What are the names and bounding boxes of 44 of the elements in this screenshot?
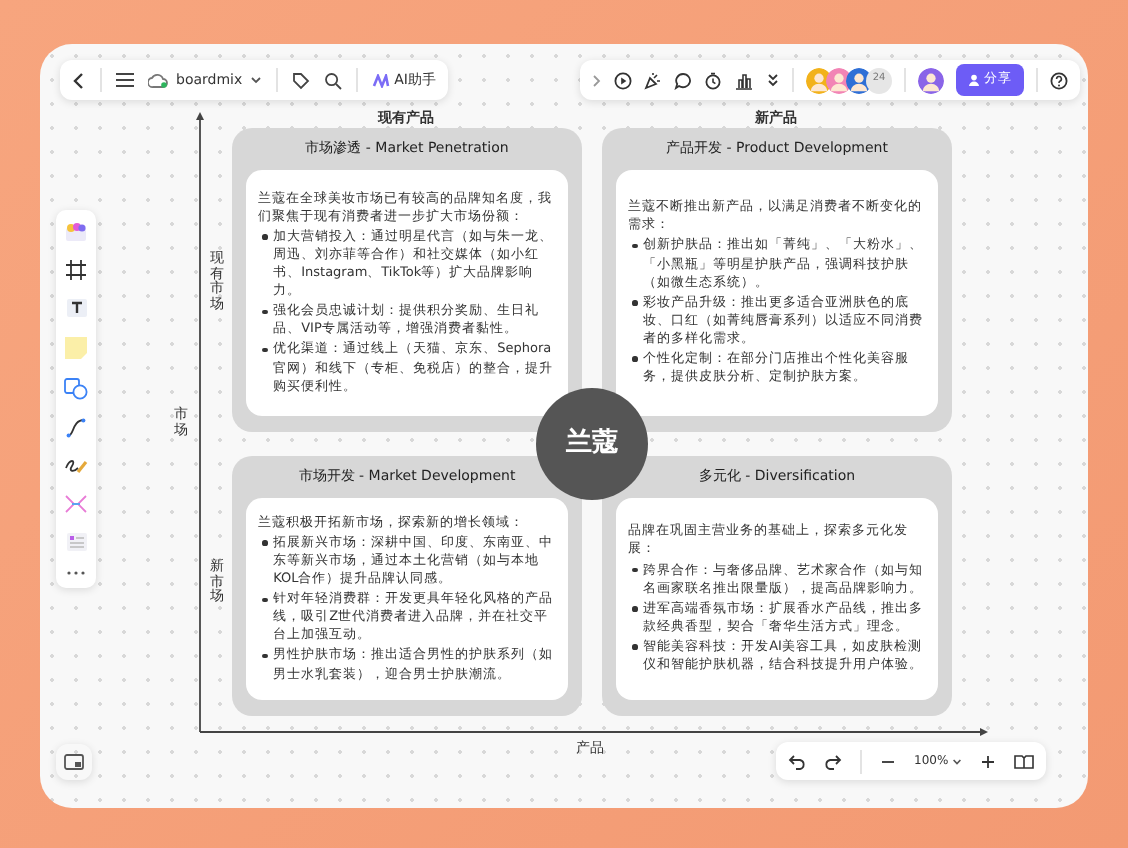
user-avatar[interactable] [918,67,944,93]
more-tools-button[interactable] [766,72,780,88]
tag-button[interactable] [292,71,311,89]
bullet-dot [632,356,638,362]
shape-tool-icon[interactable] [64,378,88,400]
palette-tool-icon[interactable] [64,222,88,242]
caret-icon [952,757,963,765]
timer-button[interactable] [704,71,722,89]
party-popper-button[interactable] [644,71,662,89]
bullet-dot [632,606,638,612]
frame-tool-icon[interactable] [66,260,86,280]
template-tool-icon[interactable] [65,532,87,552]
back-button[interactable] [72,71,86,89]
play-button[interactable] [614,71,632,89]
more-icon[interactable] [66,570,86,576]
bullet-dot [262,540,268,546]
bullet-dot [632,300,638,306]
bullet-dot [262,309,268,315]
undo-button[interactable] [788,753,806,769]
comment-button[interactable] [674,71,692,89]
redo-button[interactable] [824,753,842,769]
pen-tool-icon[interactable] [64,456,88,476]
caret-icon [250,76,263,84]
mind-map-tool-icon[interactable] [64,494,88,514]
search-button[interactable] [324,71,343,89]
menu-button[interactable] [116,72,134,88]
bullet-dot [262,653,268,659]
connector-tool-icon[interactable] [66,418,86,438]
zoom-in-button[interactable] [980,753,997,769]
person-icon [968,74,980,86]
ai-logo-icon [372,73,391,87]
minimap-icon [64,754,84,770]
book-icon[interactable] [1014,753,1035,769]
expand-button[interactable] [592,73,602,87]
bullet-dot [632,243,638,249]
bullet-dot [262,234,268,240]
help-button[interactable] [1050,71,1068,89]
cloud-icon [148,72,168,88]
chart-button[interactable] [734,71,754,89]
bullet-dot [262,347,268,353]
text-tool-icon[interactable] [65,298,87,318]
bullet-dot [632,644,638,650]
bullet-dot [632,567,638,573]
bullet-dot [262,597,268,603]
